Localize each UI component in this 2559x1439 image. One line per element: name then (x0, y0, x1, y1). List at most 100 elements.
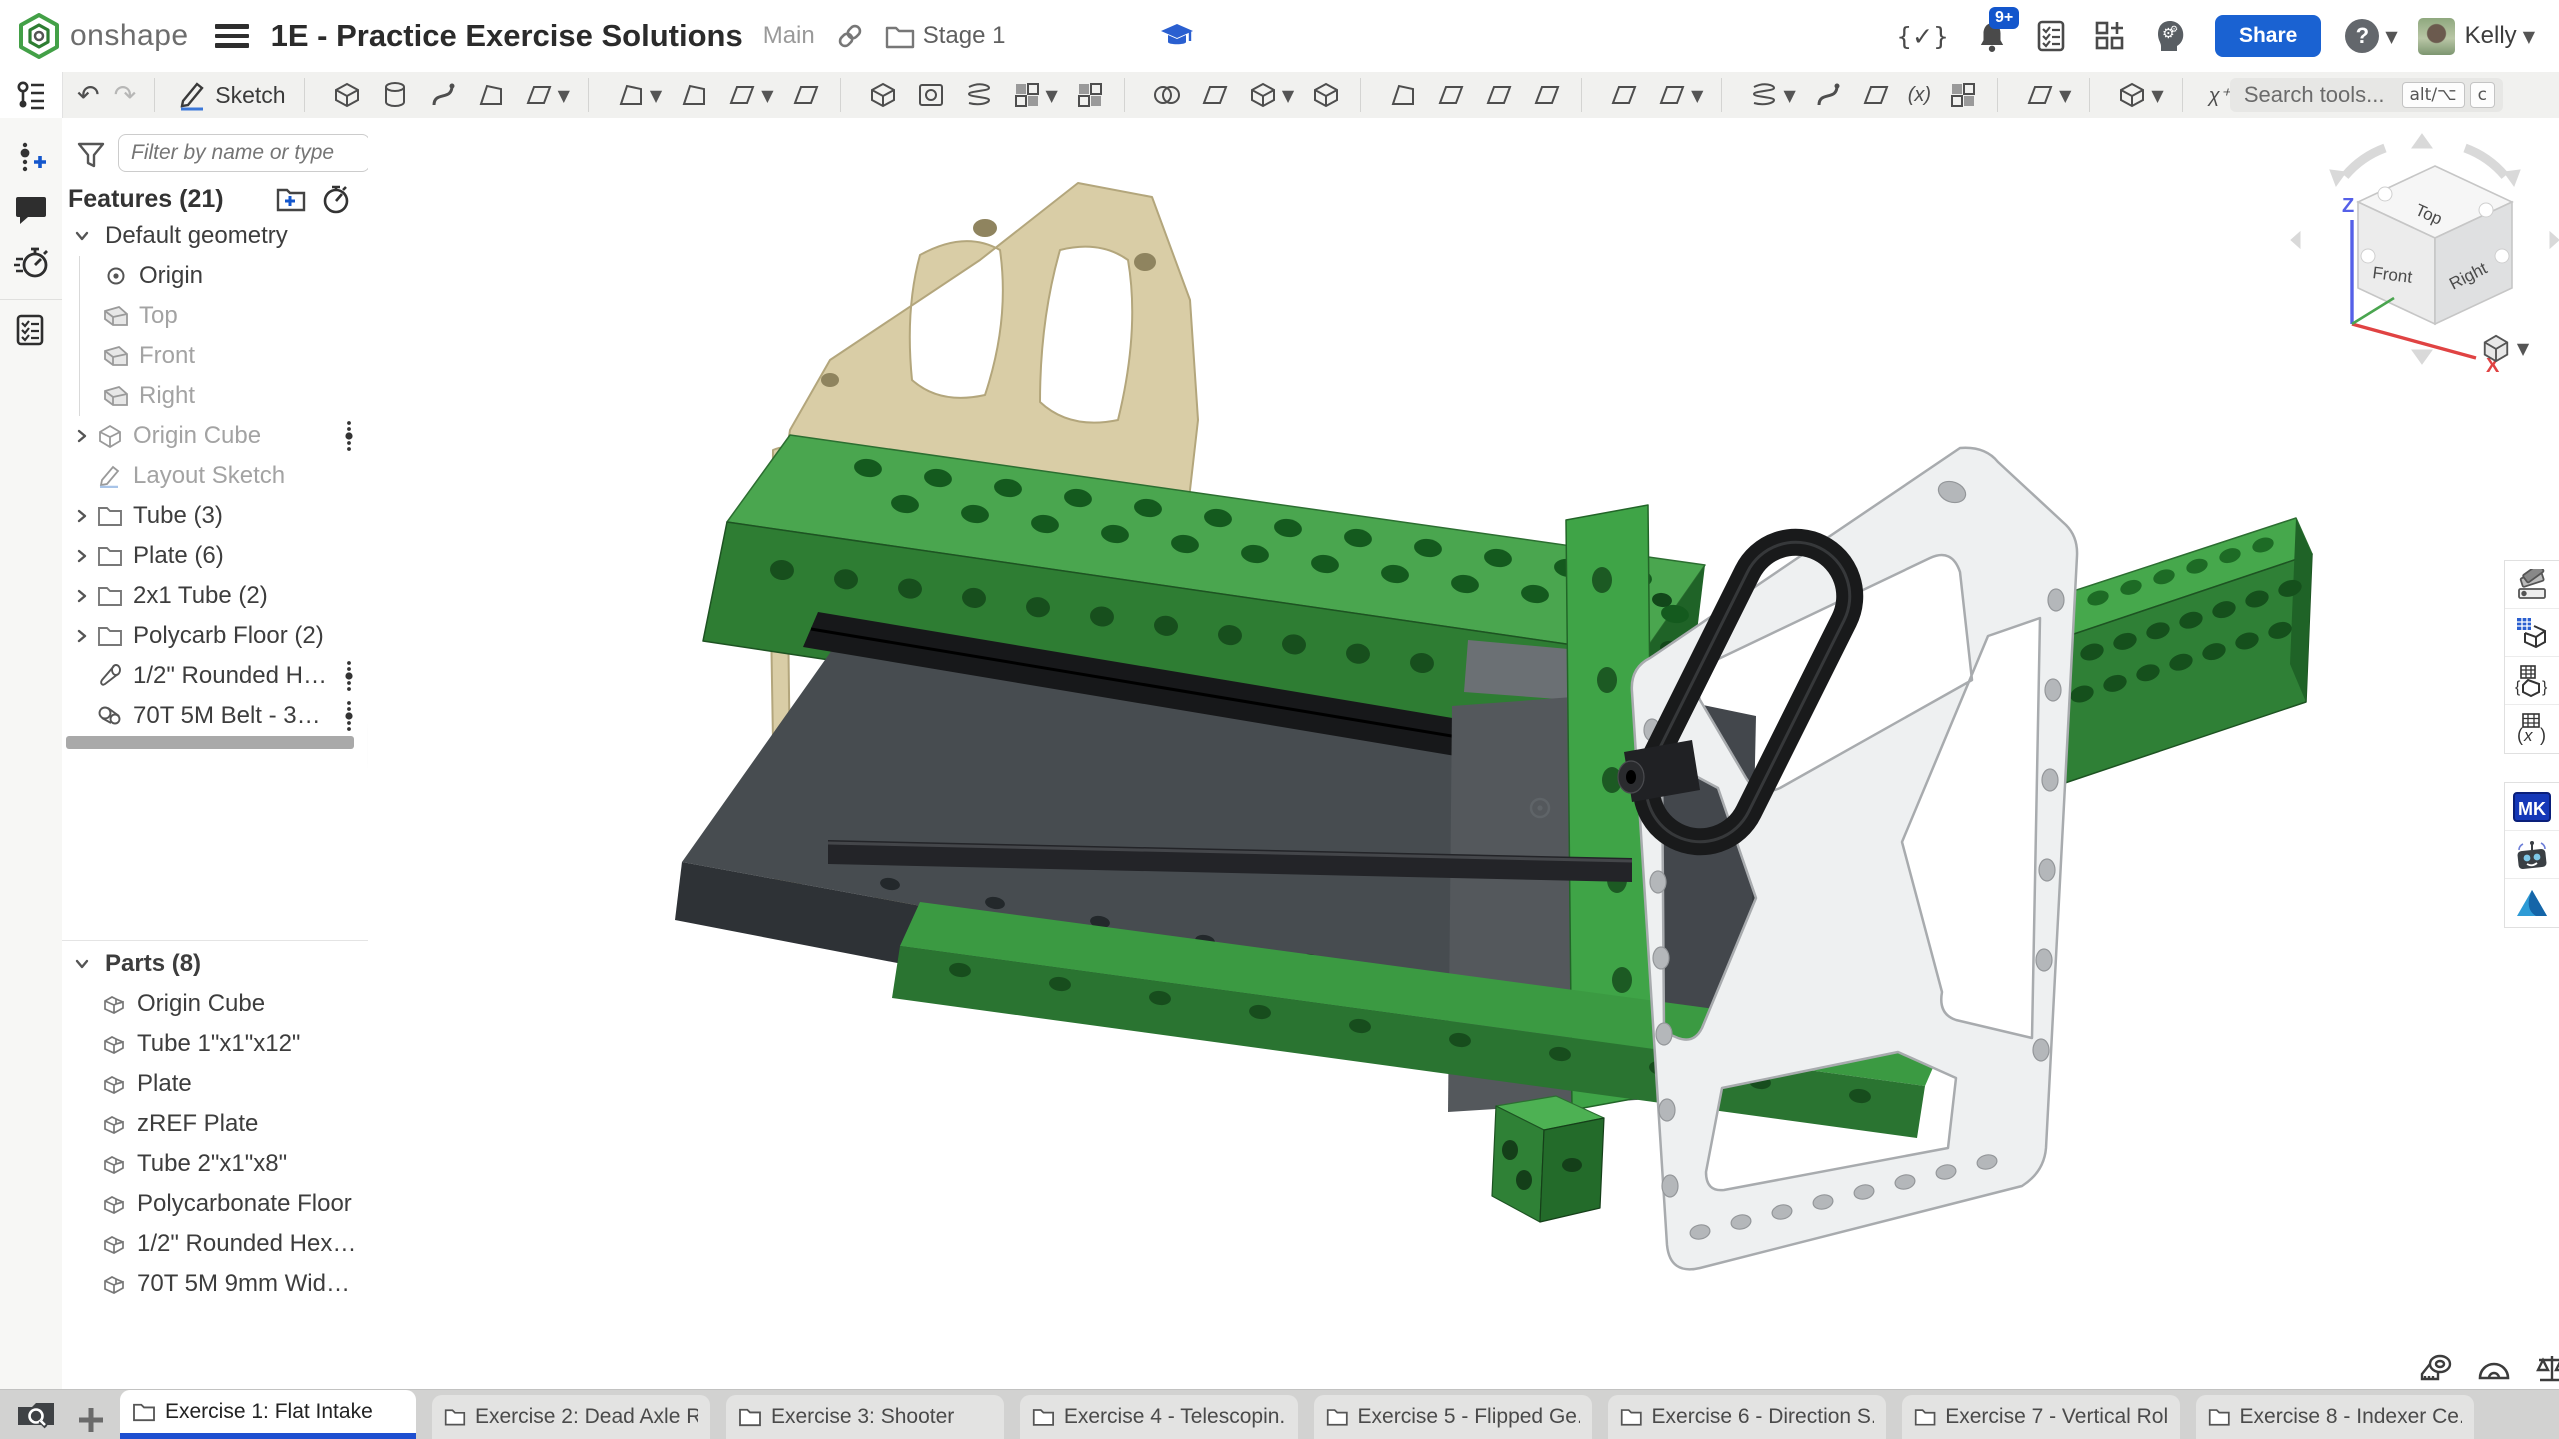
transform-tool[interactable]: ▼ (1247, 79, 1294, 111)
document-title[interactable]: 1E - Practice Exercise Solutions (271, 18, 743, 54)
suppressed-marker-icon[interactable] (344, 420, 354, 452)
part-70t-5m-9mm-wide-belt[interactable]: 70T 5M 9mm Wide Belt (62, 1264, 368, 1304)
helix-tool[interactable]: ▼ (1748, 79, 1795, 111)
model-viewport[interactable] (368, 118, 2559, 1390)
fill-surface-tool[interactable]: ▼ (1656, 79, 1703, 111)
model-3d[interactable] (675, 183, 2312, 1269)
notifications-bell-icon[interactable]: 9+ (1975, 19, 2009, 53)
feature-list-toggle-button[interactable] (0, 72, 63, 118)
arena-app-icon[interactable] (2505, 879, 2559, 927)
help-caret-icon[interactable]: ▼ (2385, 27, 2397, 46)
fillet-dropdown-icon[interactable]: ▼ (650, 86, 662, 105)
history-icon[interactable] (14, 246, 48, 280)
feature-origin-cube[interactable]: Origin Cube (62, 416, 368, 456)
share-button[interactable]: Share (2215, 15, 2321, 57)
hole-tool[interactable] (915, 79, 947, 111)
onshape-logo[interactable]: onshape (18, 13, 189, 59)
extrude-tool[interactable] (331, 79, 363, 111)
robot-app-icon[interactable] (2505, 831, 2559, 879)
chevron-right-icon[interactable] (68, 508, 96, 524)
transform-dropdown-icon[interactable]: ▼ (1282, 86, 1294, 105)
mass-properties-icon[interactable] (2534, 1352, 2559, 1386)
tab-manager-icon[interactable] (16, 1397, 56, 1431)
appearance-panel-icon[interactable] (2505, 561, 2559, 609)
sweep-tool[interactable] (427, 79, 459, 111)
draft-dropdown-icon[interactable]: ▼ (761, 86, 773, 105)
part-zref-plate[interactable]: zREF Plate (62, 1104, 368, 1144)
chevron-down-icon[interactable] (68, 956, 96, 972)
fill-surface-dropdown-icon[interactable]: ▼ (1691, 86, 1703, 105)
feature-1-2-rounded-hex[interactable]: 1/2" Rounded Hex ... (62, 656, 368, 696)
user-menu-caret-icon[interactable]: ▼ (2523, 27, 2535, 46)
variables-table-icon[interactable]: (x) (2505, 705, 2559, 753)
link-icon[interactable] (835, 21, 865, 51)
learning-center-icon[interactable] (1160, 21, 1194, 51)
app-store-icon[interactable] (2093, 19, 2127, 53)
tab-exercise-5[interactable]: Exercise 5 - Flipped Ge... (1314, 1395, 1592, 1439)
replace-face-tool[interactable] (1531, 79, 1563, 111)
chevron-right-icon[interactable] (68, 428, 96, 444)
tab-exercise-2[interactable]: Exercise 2: Dead Axle R... (432, 1395, 710, 1439)
undo-button[interactable]: ↶ (77, 80, 100, 111)
part-1-2-rounded-hex-re[interactable]: 1/2" Rounded Hex (RE... (62, 1224, 368, 1264)
chamfer-tool[interactable] (678, 79, 710, 111)
help-button[interactable]: ? (2345, 19, 2379, 53)
mirror-tool[interactable] (1074, 79, 1106, 111)
linear-pattern-dropdown-icon[interactable]: ▼ (1046, 86, 1058, 105)
learning-checklist-icon[interactable] (14, 313, 48, 347)
thicken-tool[interactable]: ▼ (523, 79, 570, 111)
frame-dropdown-icon[interactable]: ▼ (2151, 86, 2163, 105)
surface-finish-dropdown-icon[interactable]: ▼ (2059, 86, 2071, 105)
ai-assistant-icon[interactable]: ⚙⚙ (2153, 18, 2187, 54)
tab-exercise-3[interactable]: Exercise 3: Shooter (726, 1395, 1004, 1439)
feature-2x1-tube-2[interactable]: 2x1 Tube (2) (62, 576, 368, 616)
parts-header-row[interactable]: Parts (8) (62, 944, 368, 984)
add-tab-button[interactable] (76, 1405, 106, 1435)
thicken-dropdown-icon[interactable]: ▼ (558, 86, 570, 105)
loft-tool[interactable] (475, 79, 507, 111)
variable-tool[interactable]: (x) (1908, 84, 1931, 107)
feature-layout-sketch[interactable]: Layout Sketch (62, 456, 368, 496)
suppressed-marker-icon[interactable] (344, 700, 354, 732)
tab-exercise-8[interactable]: Exercise 8 - Indexer Ce... (2196, 1395, 2474, 1439)
filter-icon[interactable] (76, 140, 106, 170)
offset-surface-tool[interactable] (1608, 79, 1640, 111)
part-plate[interactable]: Plate (62, 1064, 368, 1104)
chevron-right-icon[interactable] (68, 628, 96, 644)
part-tube-2-x1-x8[interactable]: Tube 2"x1"x8" (62, 1144, 368, 1184)
sketch-button[interactable]: Sketch (177, 79, 285, 111)
mkcad-app-icon[interactable]: MK (2505, 783, 2559, 831)
tasks-checklist-icon[interactable] (2035, 19, 2067, 53)
fillet-tool[interactable]: ▼ (615, 79, 662, 111)
delete-face-tool[interactable] (1435, 79, 1467, 111)
chevron-right-icon[interactable] (68, 588, 96, 604)
custom-features-table-icon[interactable]: {} (2505, 657, 2559, 705)
protractor-icon[interactable] (2476, 1352, 2512, 1386)
chevron-right-icon[interactable] (68, 548, 96, 564)
helix-dropdown-icon[interactable]: ▼ (1783, 86, 1795, 105)
tape-measure-icon[interactable] (2418, 1352, 2454, 1386)
suppressed-marker-icon[interactable] (344, 660, 354, 692)
filter-input[interactable] (118, 134, 370, 172)
derived-tool[interactable] (1860, 79, 1892, 111)
redo-button[interactable]: ↷ (114, 80, 137, 111)
feature-origin[interactable]: Origin (62, 256, 368, 296)
move-face-tool[interactable] (1483, 79, 1515, 111)
draft-tool[interactable]: ▼ (726, 79, 773, 111)
insert-version-icon[interactable] (14, 140, 48, 174)
versions-graph-icon[interactable]: {✓} (1896, 22, 1949, 51)
feature-default-geometry[interactable]: Default geometry (62, 216, 368, 256)
feature-plate-6[interactable]: Plate (6) (62, 536, 368, 576)
split-tool[interactable] (1199, 79, 1231, 111)
user-name[interactable]: Kelly (2465, 22, 2517, 50)
part-origin-cube[interactable]: Origin Cube (62, 984, 368, 1024)
feature-top[interactable]: Top (62, 296, 368, 336)
feature-right[interactable]: Right (62, 376, 368, 416)
revolve-tool[interactable] (379, 79, 411, 111)
view-options-button[interactable]: ▼ (2474, 330, 2536, 366)
part-tube-1-x1-x12[interactable]: Tube 1"x1"x12" (62, 1024, 368, 1064)
projected-curve-tool[interactable] (1812, 79, 1844, 111)
feature-polycarb-floor-2[interactable]: Polycarb Floor (2) (62, 616, 368, 656)
search-tools-box[interactable]: Search tools... alt/⌥ c (2230, 78, 2503, 112)
feature-tube-3[interactable]: Tube (3) (62, 496, 368, 536)
